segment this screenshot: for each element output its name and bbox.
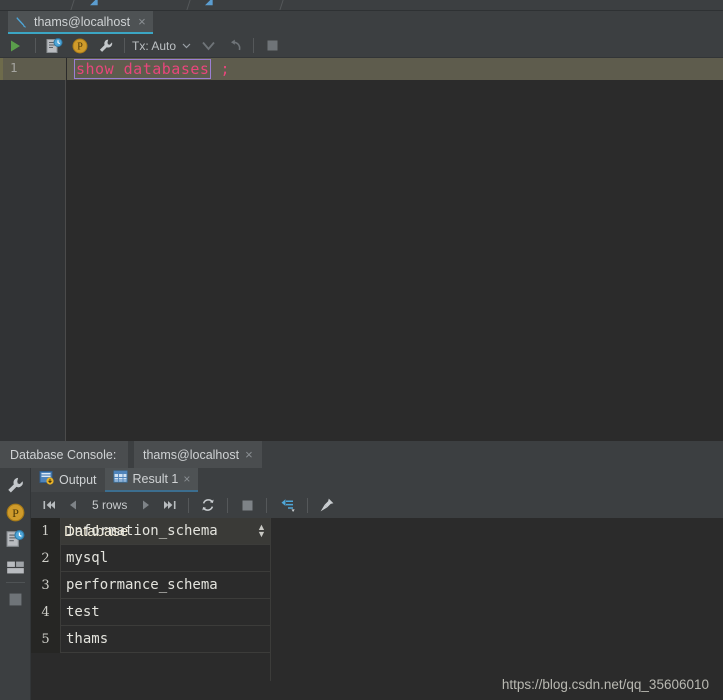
db-console-icon xyxy=(14,15,28,29)
grid-right-border xyxy=(270,518,271,681)
wrench-icon[interactable] xyxy=(6,476,25,495)
tab-result-1[interactable]: Result 1 × xyxy=(104,468,199,492)
table-row[interactable]: 3 performance_schema xyxy=(31,571,271,599)
output-console-icon xyxy=(39,470,54,490)
cell-database[interactable]: thams xyxy=(60,625,271,653)
row-number: 4 xyxy=(31,598,60,626)
table-row[interactable]: 2 mysql xyxy=(31,544,271,572)
db-console-icon: ◢ xyxy=(205,0,213,7)
close-icon[interactable]: × xyxy=(183,472,190,486)
row-number: 5 xyxy=(31,625,60,653)
result-tab-bar: Output Result 1 × xyxy=(31,468,723,492)
sql-statement-line[interactable]: show databases ; xyxy=(74,59,230,79)
result-panel: P Output Result 1 × 5 rows Database ▲ ▼ … xyxy=(0,468,723,700)
watermark-text: https://blog.csdn.net/qq_35606010 xyxy=(501,677,709,692)
last-page-icon[interactable] xyxy=(158,493,182,517)
datasource-p-icon[interactable]: P xyxy=(67,34,93,58)
editor-tab-thams-localhost[interactable]: thams@localhost × xyxy=(8,11,153,34)
sql-keyword-show-databases: show databases xyxy=(74,59,212,79)
tab-result-1-label: Result 1 xyxy=(132,472,179,486)
breadcrumb-separator xyxy=(278,0,285,10)
toolbar-separator xyxy=(188,497,190,513)
result-left-rail: P xyxy=(0,468,31,700)
rollback-undo-icon[interactable] xyxy=(222,34,248,58)
editor-tab-label: thams@localhost xyxy=(34,14,131,29)
datasource-p-icon[interactable]: P xyxy=(6,503,25,522)
result-toolbar: 5 rows xyxy=(31,492,723,518)
breadcrumb-item[interactable] xyxy=(128,0,131,2)
gutter-change-marker xyxy=(0,58,3,80)
toolbar-separator xyxy=(307,497,309,513)
commit-check-icon[interactable] xyxy=(194,34,222,58)
console-tab-label: thams@localhost xyxy=(143,447,240,462)
editor-tab-bar: thams@localhost × xyxy=(0,11,723,34)
transpose-icon[interactable] xyxy=(273,493,301,517)
table-row[interactable]: 1 information_schema xyxy=(31,517,271,545)
database-console-label: Database Console: xyxy=(10,447,117,462)
table-row[interactable]: 5 thams xyxy=(31,625,271,653)
first-page-icon[interactable] xyxy=(37,493,61,517)
reload-icon[interactable] xyxy=(195,493,221,517)
editor-toolbar: P Tx: Auto xyxy=(0,34,723,58)
row-number: 3 xyxy=(31,571,60,599)
cell-database[interactable]: performance_schema xyxy=(60,571,271,599)
cell-database[interactable]: mysql xyxy=(60,544,271,572)
toolbar-separator xyxy=(35,38,36,53)
breadcrumb-item[interactable] xyxy=(240,0,243,2)
db-console-icon: ◢ xyxy=(90,0,98,7)
tx-mode-label[interactable]: Tx: Auto xyxy=(130,39,178,53)
breadcrumb-separator xyxy=(69,0,76,10)
run-script-history-icon[interactable] xyxy=(6,530,25,549)
cell-database[interactable]: test xyxy=(60,598,271,626)
breadcrumb-separator xyxy=(185,0,192,10)
toolbar-separator xyxy=(227,497,229,513)
tab-output-label: Output xyxy=(59,473,97,487)
svg-text:P: P xyxy=(77,41,83,52)
row-number: 2 xyxy=(31,544,60,572)
result-grid[interactable]: Database ▲ ▼ 1 information_schema 2 mysql… xyxy=(31,517,723,700)
row-number: 1 xyxy=(31,517,60,545)
top-breadcrumb-strip: ◢ ◢ xyxy=(0,0,723,11)
svg-text:P: P xyxy=(12,506,19,520)
row-count-label: 5 rows xyxy=(92,498,128,512)
line-number: 1 xyxy=(10,60,18,75)
rail-divider xyxy=(6,582,25,583)
next-page-icon[interactable] xyxy=(134,493,158,517)
console-tab-thams-localhost[interactable]: thams@localhost × xyxy=(134,441,262,468)
table-layout-icon[interactable] xyxy=(6,558,25,577)
database-console-header: Database Console: thams@localhost × xyxy=(0,441,723,468)
sql-editor[interactable]: 1 show databases ; xyxy=(0,58,723,441)
tab-output[interactable]: Output xyxy=(31,468,105,492)
stop-square-icon xyxy=(6,590,25,609)
run-script-history-icon[interactable] xyxy=(41,34,67,58)
database-console-label-box: Database Console: xyxy=(0,441,128,468)
run-play-icon[interactable] xyxy=(0,34,30,58)
prev-page-icon[interactable] xyxy=(61,493,85,517)
toolbar-separator xyxy=(253,38,255,53)
table-row[interactable]: 4 test xyxy=(31,598,271,626)
cell-database[interactable]: information_schema xyxy=(60,517,271,545)
wrench-icon[interactable] xyxy=(93,34,119,58)
toolbar-separator xyxy=(124,38,125,53)
result-table-icon xyxy=(113,469,128,489)
chevron-down-icon[interactable] xyxy=(178,34,194,58)
pin-icon[interactable] xyxy=(314,493,340,517)
close-icon[interactable]: × xyxy=(245,447,253,462)
toolbar-separator xyxy=(266,497,268,513)
stop-square-icon xyxy=(259,34,285,58)
stop-square-icon xyxy=(234,493,260,517)
editor-gutter: 1 xyxy=(0,58,66,441)
close-icon[interactable]: × xyxy=(136,15,146,28)
sql-statement-terminator: ; xyxy=(220,60,230,78)
